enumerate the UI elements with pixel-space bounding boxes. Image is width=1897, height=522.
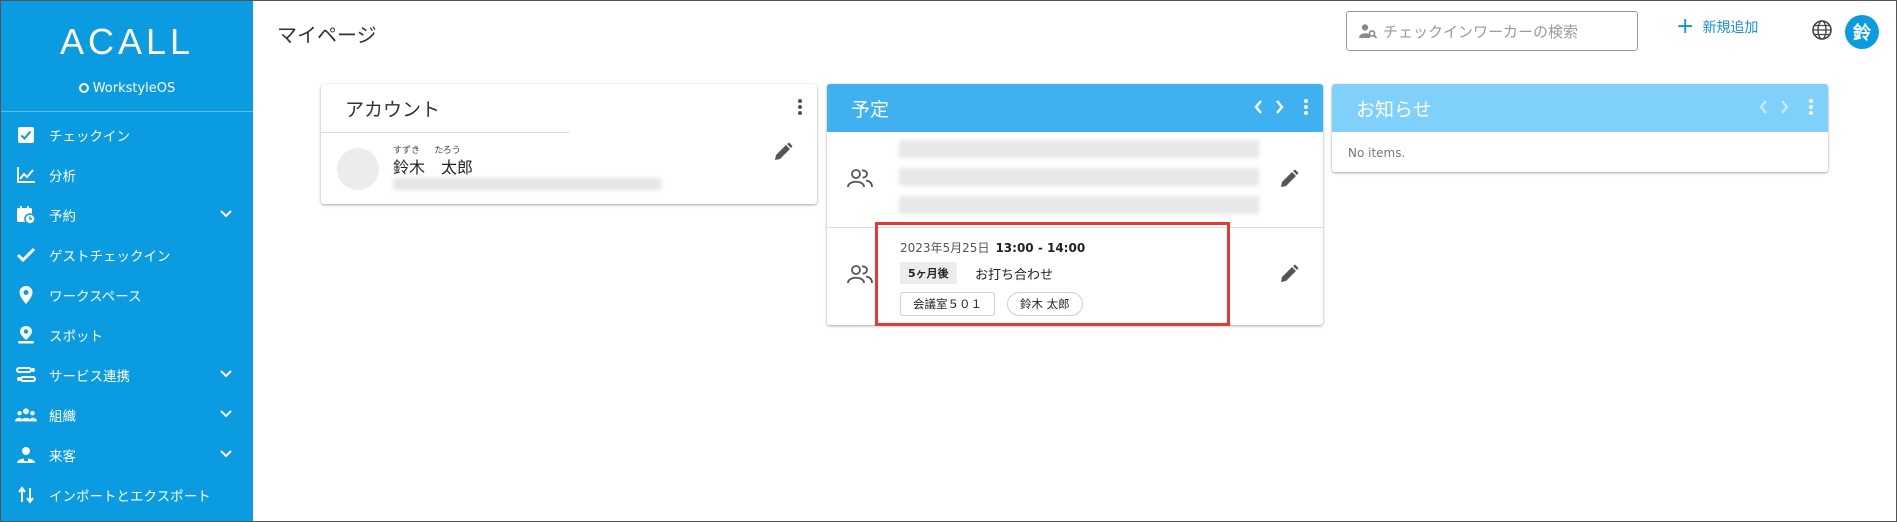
relative-time-badge: 5ヶ月後 xyxy=(900,262,957,284)
sidebar-item-label: スポット xyxy=(49,329,103,345)
search-placeholder: チェックインワーカーの検索 xyxy=(1383,22,1579,41)
schedule-item[interactable] xyxy=(827,132,1323,228)
sidebar-item-import-export[interactable]: インポートとエクスポート xyxy=(1,475,253,515)
account-card-header: アカウント xyxy=(321,84,817,132)
sidebar-item-service-integration[interactable]: サービス連携 xyxy=(1,355,253,395)
room-chip[interactable]: 会議室５０１ xyxy=(900,292,995,316)
add-new-label: 新規追加 xyxy=(1702,20,1759,36)
account-card: アカウント すずき たろう 鈴木 太郎 xyxy=(321,84,817,204)
schedule-title: 予定 xyxy=(851,98,890,121)
import-export-icon xyxy=(15,484,37,506)
sidebar-item-organization[interactable]: 組織 xyxy=(1,395,253,435)
chevron-down-icon[interactable] xyxy=(219,447,233,463)
chevron-right-icon[interactable] xyxy=(1780,96,1790,121)
add-new-button[interactable]: + 新規追加 xyxy=(1676,14,1759,39)
sidebar-item-label: ワークスペース xyxy=(49,289,142,305)
chevron-down-icon[interactable] xyxy=(219,367,233,383)
acall-logo[interactable]: ACALL xyxy=(1,21,253,63)
main-content: マイページ チェックインワーカーの検索 + 新規追加 鈴 アカウント すずき た… xyxy=(253,1,1896,521)
account-name: 鈴木 太郎 xyxy=(393,158,474,177)
edit-pencil-icon[interactable] xyxy=(1279,264,1299,284)
notice-title: お知らせ xyxy=(1356,98,1432,121)
calendar-icon xyxy=(15,204,37,226)
sidebar-item-guest-checkin[interactable]: ゲストチェックイン xyxy=(1,235,253,275)
notice-nav xyxy=(1758,96,1790,121)
page-title: マイページ xyxy=(277,23,377,47)
sidebar-item-label: 予約 xyxy=(49,209,76,225)
account-header-divider xyxy=(321,132,569,133)
visitor-icon xyxy=(15,444,37,466)
sidebar-item-workspace[interactable]: ワークスペース xyxy=(1,275,253,315)
blurred-email xyxy=(393,178,661,190)
schedule-date: 2023年5月25日 13:00 - 14:00 xyxy=(900,241,1086,255)
schedule-time: 13:00 - 14:00 xyxy=(995,241,1086,255)
more-vert-icon[interactable] xyxy=(1808,98,1814,116)
sidebar-item-label: インポートとエクスポート xyxy=(49,489,211,505)
sidebar-item-reservation[interactable]: 予約 xyxy=(1,195,253,235)
schedule-card-header: 予定 xyxy=(827,84,1323,132)
spot-pin-icon xyxy=(15,324,37,346)
chevron-left-icon[interactable] xyxy=(1253,96,1263,121)
account-avatar xyxy=(337,148,379,190)
sidebar-item-spot[interactable]: スポット xyxy=(1,315,253,355)
integration-icon xyxy=(15,364,37,386)
notice-card: お知らせ No items. xyxy=(1332,84,1828,172)
attendees-icon xyxy=(847,264,873,288)
people-icon xyxy=(15,404,37,426)
brand-label: WorkstyleOS xyxy=(1,81,253,96)
schedule-card: 予定 2023年5月25日 13:00 - 14:00 5ヶ月後 お打ち合わせ … xyxy=(827,84,1323,325)
chevron-down-icon[interactable] xyxy=(219,207,233,223)
checkbox-icon xyxy=(15,124,37,146)
attendees-icon xyxy=(847,168,873,192)
check-icon xyxy=(15,244,37,266)
meeting-title: お打ち合わせ xyxy=(975,268,1054,283)
blurred-text xyxy=(899,196,1259,214)
chevron-right-icon[interactable] xyxy=(1275,96,1285,121)
sidebar-item-label: 来客 xyxy=(49,449,76,465)
chevron-left-icon[interactable] xyxy=(1758,96,1768,121)
more-vert-icon[interactable] xyxy=(1303,98,1309,116)
sidebar-item-label: 組織 xyxy=(49,409,76,425)
notice-card-header: お知らせ xyxy=(1332,84,1828,132)
sidebar-item-analytics[interactable]: 分析 xyxy=(1,155,253,195)
plus-icon: + xyxy=(1676,14,1695,39)
notice-empty: No items. xyxy=(1348,146,1406,160)
globe-icon[interactable] xyxy=(1811,19,1833,45)
blurred-text xyxy=(899,140,1259,158)
sidebar-nav: チェックイン 分析 予約 ゲストチェックイン ワークスペース スポット サービス… xyxy=(1,115,253,515)
search-input[interactable]: チェックインワーカーの検索 xyxy=(1346,11,1638,51)
more-vert-icon[interactable] xyxy=(797,98,803,116)
edit-pencil-icon[interactable] xyxy=(773,142,793,162)
location-pin-icon xyxy=(15,284,37,306)
sidebar-divider xyxy=(1,111,253,112)
blurred-text xyxy=(899,168,1259,186)
chevron-down-icon[interactable] xyxy=(219,407,233,423)
sidebar-item-label: ゲストチェックイン xyxy=(49,249,171,265)
brand-ring-icon xyxy=(78,83,89,93)
attendee-chip[interactable]: 鈴木 太郎 xyxy=(1007,292,1083,316)
sidebar-item-visitor[interactable]: 来客 xyxy=(1,435,253,475)
account-title: アカウント xyxy=(345,98,441,121)
edit-pencil-icon[interactable] xyxy=(1279,169,1299,189)
user-avatar[interactable]: 鈴 xyxy=(1845,15,1879,49)
app-window: ACALL WorkstyleOS チェックイン 分析 予約 ゲストチェックイン… xyxy=(0,0,1897,522)
sidebar-item-label: サービス連携 xyxy=(49,369,130,385)
sidebar-item-checkin[interactable]: チェックイン xyxy=(1,115,253,155)
sidebar: ACALL WorkstyleOS チェックイン 分析 予約 ゲストチェックイン… xyxy=(1,1,253,521)
person-search-icon xyxy=(1359,23,1377,39)
chart-icon xyxy=(15,164,37,186)
sidebar-item-label: チェックイン xyxy=(49,129,130,145)
schedule-nav xyxy=(1253,96,1285,121)
sidebar-item-label: 分析 xyxy=(49,169,76,185)
